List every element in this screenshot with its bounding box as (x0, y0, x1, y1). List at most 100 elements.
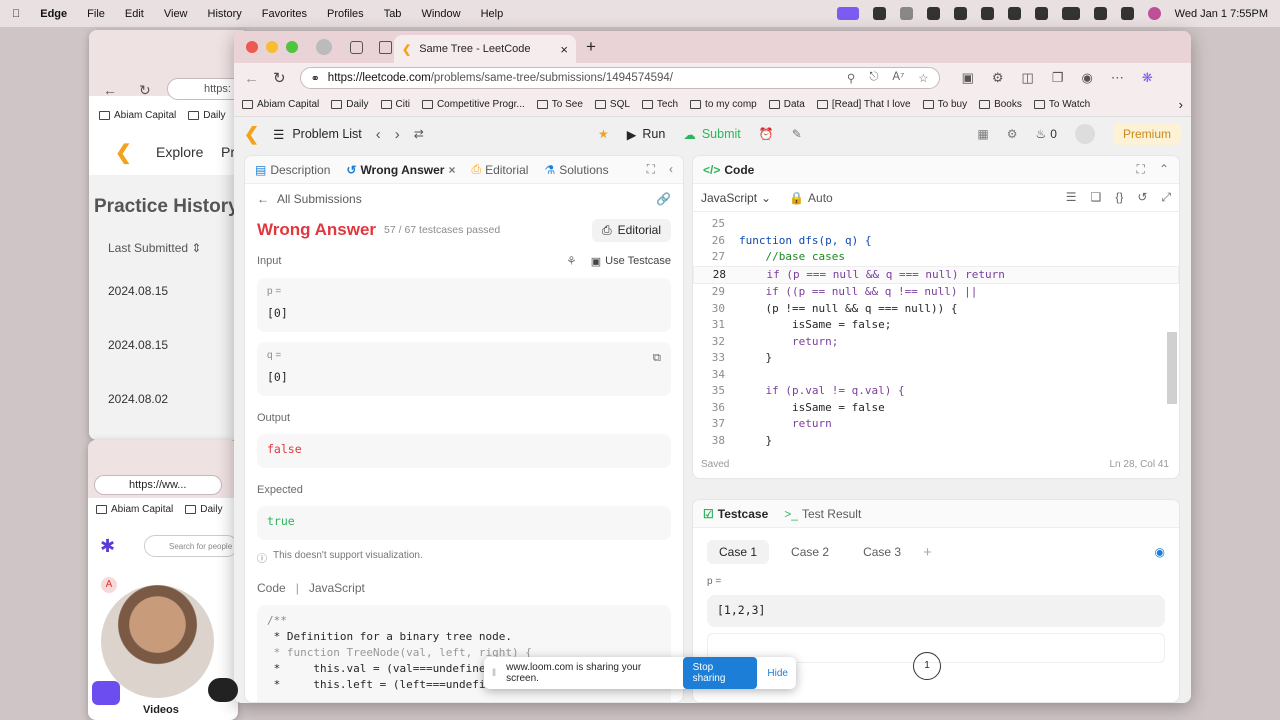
bookmark-books[interactable]: Books (979, 99, 1022, 110)
screen-record-icon[interactable] (836, 7, 859, 20)
tab-solutions[interactable]: ⚗ Solutions (544, 163, 608, 177)
tab-same-tree[interactable]: ❮ Same Tree - LeetCode × (394, 35, 576, 63)
menu-app-name[interactable]: Edge (40, 8, 67, 20)
split-screen-icon[interactable]: ◫ (1022, 70, 1034, 86)
bg2-url-field[interactable]: https://ww... (94, 475, 222, 495)
leetcode-logo-icon[interactable]: ❮ (244, 124, 259, 145)
bookmark-sql[interactable]: SQL (594, 99, 630, 110)
case-1-button[interactable]: Case 1 (707, 540, 770, 564)
menu-history[interactable]: History (208, 8, 242, 20)
share-link-icon[interactable]: 🔗 (656, 192, 671, 206)
reset-icon[interactable]: ↺ (1137, 190, 1147, 205)
debug-icon[interactable]: ★ (598, 127, 609, 141)
tab-description[interactable]: ▤ Description (255, 163, 330, 177)
performance-icon[interactable]: ◉ (1081, 70, 1092, 86)
close-window-icon[interactable] (246, 41, 258, 53)
minimize-window-icon[interactable] (266, 41, 278, 53)
read-aloud-icon[interactable]: A⁷ (892, 71, 904, 85)
menu-tab[interactable]: Tab (384, 8, 402, 20)
creative-cloud-icon[interactable] (926, 7, 940, 20)
url-field[interactable]: ⚭ https://leetcode.com/problems/same-tre… (299, 67, 940, 89)
expand-icon[interactable]: ⤢ (1161, 190, 1171, 205)
menubar-clock[interactable]: Wed Jan 1 7:55PM (1175, 8, 1268, 20)
tab-testcase[interactable]: ☑ Testcase (703, 507, 768, 521)
back-icon[interactable]: ← (103, 82, 117, 98)
copilot-icon[interactable]: ❋ (1142, 70, 1153, 86)
streak-counter[interactable]: ♨ 0 (1036, 127, 1057, 141)
bg-bookmark-abiam[interactable]: Abiam Capital (99, 110, 176, 121)
bookmark-competitive[interactable]: Competitive Progr... (421, 99, 525, 110)
moon-icon[interactable] (899, 7, 913, 20)
hide-button[interactable]: Hide (767, 668, 788, 679)
record-control[interactable] (208, 678, 238, 702)
wifi-icon[interactable] (1034, 7, 1048, 20)
collapse-panel-icon[interactable]: ‹ (669, 162, 673, 177)
language-select[interactable]: JavaScript ⌄ (701, 191, 771, 205)
bookmark-abiam-capital[interactable]: Abiam Capital (242, 99, 319, 110)
nav-explore[interactable]: Explore (156, 144, 203, 160)
debug-bug-icon[interactable]: ⚘ (566, 254, 577, 268)
avatar[interactable]: A (101, 577, 117, 593)
zoom-icon[interactable]: ⚲ (847, 71, 855, 85)
vertical-tabs-icon[interactable] (379, 40, 392, 54)
bookmark-daily[interactable]: Daily (331, 99, 369, 110)
app-logo-icon[interactable]: ✱ (100, 536, 115, 557)
copy-icon[interactable]: ⧉ (653, 350, 661, 365)
loom-icon[interactable] (953, 7, 967, 20)
window-icon[interactable] (980, 7, 994, 20)
background-browser-window[interactable]: ← ↻ https: Abiam Capital Daily ❮ Explore… (89, 30, 249, 440)
menu-view[interactable]: View (164, 8, 188, 20)
reload-icon[interactable]: ↻ (273, 69, 286, 87)
tab-code[interactable]: </> Code (703, 163, 754, 177)
apple-icon[interactable]:  (12, 8, 20, 20)
menu-edit[interactable]: Edit (125, 8, 144, 20)
bg2-bookmark-abiam[interactable]: Abiam Capital (96, 504, 173, 515)
alarm-icon[interactable]: ⏰ (759, 127, 774, 141)
bookmark-to-see[interactable]: To See (536, 99, 583, 110)
menu-window[interactable]: Window (421, 8, 460, 20)
code-editor[interactable]: 25 26 function dfs(p, q) { 27 //base case… (693, 212, 1179, 449)
chevron-right-icon[interactable]: › (1179, 97, 1183, 112)
expand-icon[interactable]: ⛶ (647, 162, 655, 177)
auto-mode[interactable]: 🔒 Auto (789, 191, 833, 205)
maximize-window-icon[interactable] (286, 41, 298, 53)
sort-last-submitted[interactable]: Last Submitted ⇕ (108, 241, 201, 255)
run-button[interactable]: ▶ Run (627, 127, 666, 142)
case-2-button[interactable]: Case 2 (779, 540, 841, 564)
tag-icon[interactable]: ⎋ (869, 71, 878, 85)
settings-gear-icon[interactable]: ⚙ (1007, 127, 1018, 141)
layout-grid-icon[interactable]: ▦ (977, 127, 988, 141)
screenshot-icon[interactable]: ▣ (962, 70, 974, 86)
editorial-button[interactable]: ⎙ Editorial (592, 218, 671, 242)
profile-icon[interactable] (316, 39, 332, 55)
eye-icon[interactable]: ◉ (1155, 545, 1165, 559)
bookmark-to-watch[interactable]: To Watch (1033, 99, 1090, 110)
video-camera-icon[interactable] (92, 681, 120, 705)
case-3-button[interactable]: Case 3 (851, 540, 913, 564)
menu-favorites[interactable]: Favorites (262, 8, 307, 20)
next-problem-icon[interactable]: › (395, 126, 400, 143)
user-avatar[interactable] (1074, 124, 1095, 144)
bookmark-tech[interactable]: Tech (641, 99, 678, 110)
tray-icon[interactable] (872, 7, 886, 20)
shuffle-icon[interactable]: ⇄ (414, 127, 424, 141)
braces-icon[interactable]: {} (1115, 190, 1123, 205)
bookmark-icon[interactable]: ❑ (1091, 190, 1102, 205)
bookmark-to-buy[interactable]: To buy (922, 99, 967, 110)
search-icon[interactable] (1093, 7, 1107, 20)
control-center-icon[interactable] (1120, 7, 1134, 20)
collapse-up-icon[interactable]: ⌃ (1159, 162, 1169, 177)
more-menu-icon[interactable]: ⋯ (1111, 70, 1124, 86)
use-testcase-button[interactable]: ▣ Use Testcase (591, 255, 671, 268)
all-submissions-link[interactable]: ← All Submissions 🔗 (245, 184, 683, 214)
people-search-input[interactable]: Search for people (144, 535, 238, 557)
favorite-star-icon[interactable]: ☆ (918, 71, 928, 85)
main-browser-window[interactable]: ❮ Same Tree - LeetCode × + ← ↻ ⚭ https:/… (234, 31, 1191, 703)
siri-icon[interactable] (1147, 7, 1161, 20)
format-icon[interactable]: ☰ (1066, 190, 1077, 205)
bg-bookmark-daily[interactable]: Daily (188, 110, 226, 121)
notes-icon[interactable]: ✎ (792, 127, 802, 141)
close-tab-icon[interactable]: × (448, 163, 455, 177)
premium-button[interactable]: Premium (1112, 123, 1181, 145)
bookmark-citi[interactable]: Citi (380, 99, 410, 110)
